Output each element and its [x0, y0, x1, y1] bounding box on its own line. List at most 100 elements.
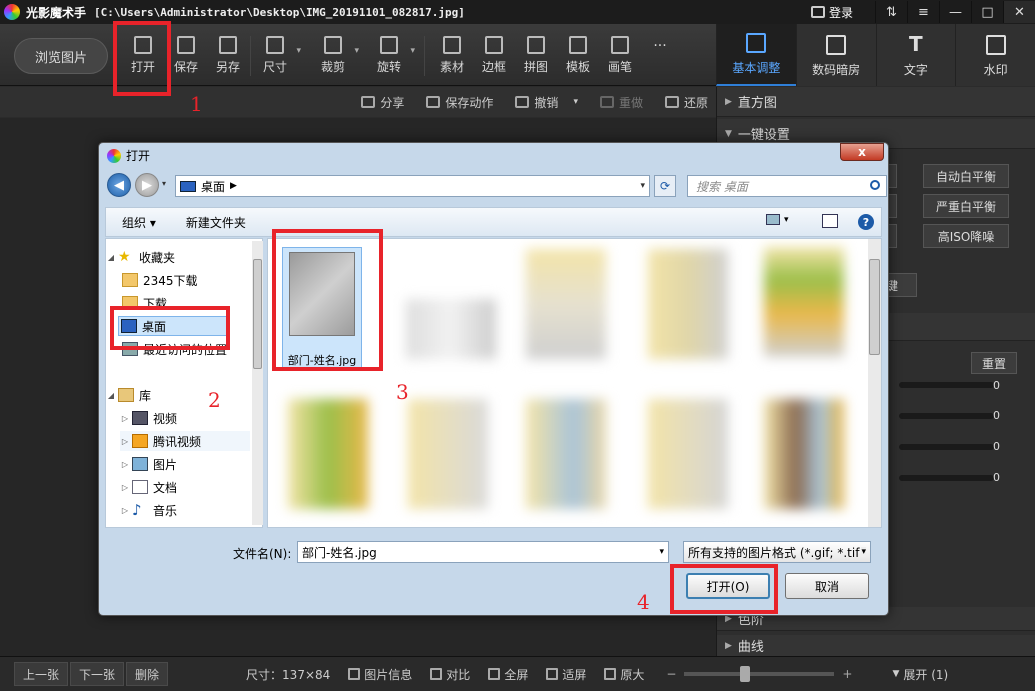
- annotation-box-file: [272, 229, 383, 371]
- tab-basic-adjust[interactable]: 基本调整: [716, 24, 796, 86]
- fullscreen-button[interactable]: 全屏: [488, 666, 528, 683]
- file-item[interactable]: [648, 399, 728, 509]
- template-button[interactable]: 模板: [556, 30, 600, 82]
- refresh-button[interactable]: ⟳: [654, 175, 676, 197]
- delete-button[interactable]: 删除: [126, 662, 169, 686]
- file-item[interactable]: [288, 399, 368, 509]
- contrast-slider[interactable]: [899, 413, 994, 419]
- dialog-close-button[interactable]: x: [840, 143, 884, 161]
- reset-button[interactable]: 重置: [971, 352, 1017, 374]
- border-button[interactable]: 边框: [472, 30, 516, 82]
- sidebar-item-tencent-video[interactable]: ▷ 腾讯视频: [120, 431, 250, 451]
- sidebar-item-label: 图片: [153, 457, 178, 472]
- browse-images-button[interactable]: 浏览图片: [14, 38, 108, 74]
- file-type-select[interactable]: 所有支持的图片格式 (*.gif; *.tif ▾: [683, 541, 871, 563]
- curve-header[interactable]: ▶ 曲线: [717, 635, 1035, 657]
- previous-image-button[interactable]: 上一张: [14, 662, 69, 686]
- settings-button[interactable]: ≡: [907, 1, 939, 23]
- sidebar-item-documents[interactable]: ▷ 文档: [120, 477, 177, 497]
- crop-button[interactable]: 裁剪 ▾: [311, 30, 359, 82]
- sidebar-item-pictures[interactable]: ▷ 图片: [120, 454, 177, 474]
- share-button[interactable]: 分享: [361, 94, 404, 111]
- high-iso-denoise-button[interactable]: 高ISO降噪: [923, 224, 1009, 248]
- file-item[interactable]: [526, 399, 606, 509]
- collage-button[interactable]: 拼图: [514, 30, 558, 82]
- file-item[interactable]: [526, 249, 606, 359]
- tab-digital-darkroom[interactable]: 数码暗房: [795, 24, 876, 86]
- rotate-label: 旋转: [376, 60, 401, 74]
- fit-screen-button[interactable]: 适屏: [546, 666, 586, 683]
- sidebar-item-videos[interactable]: ▷ 视频: [120, 408, 177, 428]
- history-dropdown[interactable]: ▾: [162, 179, 166, 188]
- severe-white-balance-button[interactable]: 严重白平衡: [923, 194, 1009, 218]
- sidebar-item-label: 音乐: [153, 503, 178, 518]
- file-item[interactable]: [764, 247, 844, 357]
- login-button[interactable]: 登录: [803, 0, 875, 24]
- minimize-button[interactable]: —: [939, 1, 971, 23]
- file-list-scrollbar[interactable]: [868, 239, 881, 527]
- preview-pane-button[interactable]: [822, 214, 838, 228]
- saturation-slider[interactable]: [899, 444, 994, 450]
- brightness-value: 0: [993, 379, 1000, 392]
- material-button[interactable]: 素材: [430, 30, 474, 82]
- histogram-header[interactable]: ▶ 直方图: [717, 87, 1035, 117]
- sidebar-item-music[interactable]: ▷ ♪ 音乐: [120, 500, 177, 520]
- view-options-button[interactable]: ▾: [766, 214, 796, 225]
- close-button[interactable]: ✕: [1003, 1, 1035, 23]
- resize-button[interactable]: 尺寸 ▾: [253, 30, 301, 82]
- save-action-icon: [426, 96, 441, 108]
- text-icon: T: [909, 32, 923, 56]
- tab-watermark[interactable]: 水印: [955, 24, 1035, 86]
- file-item[interactable]: [406, 299, 496, 359]
- scrollbar-thumb[interactable]: [253, 259, 262, 369]
- login-label: 登录: [828, 5, 853, 20]
- file-item[interactable]: [648, 249, 728, 359]
- brightness-slider[interactable]: [899, 382, 994, 388]
- original-size-button[interactable]: 原大: [604, 666, 644, 683]
- address-bar[interactable]: 桌面 ▶ ▾: [175, 175, 650, 197]
- file-item[interactable]: [764, 399, 844, 509]
- zoom-in-button[interactable]: +: [842, 667, 852, 681]
- library-item[interactable]: ◢ 库: [106, 385, 151, 405]
- curve-label: 曲线: [737, 640, 764, 655]
- help-button[interactable]: ?: [858, 214, 874, 230]
- sharpness-slider[interactable]: [899, 475, 994, 481]
- search-input[interactable]: 搜索 桌面: [687, 175, 887, 197]
- tab-label: 文字: [903, 63, 928, 77]
- sidebar-item-label: 2345下载: [143, 273, 198, 288]
- organize-menu[interactable]: 组织 ▾: [122, 214, 156, 231]
- next-image-button[interactable]: 下一张: [70, 662, 125, 686]
- resize-icon: [266, 36, 284, 54]
- favorites-item[interactable]: ◢ ★ 收藏夹: [106, 247, 175, 267]
- auto-white-balance-button[interactable]: 自动白平衡: [923, 164, 1009, 188]
- compare-button[interactable]: 对比: [430, 666, 470, 683]
- image-info-button[interactable]: 图片信息: [348, 666, 412, 683]
- scrollbar-thumb[interactable]: [869, 259, 880, 355]
- redo-label: 重做: [618, 95, 643, 110]
- histogram-label: 直方图: [737, 96, 777, 111]
- brush-button[interactable]: 画笔: [598, 30, 642, 82]
- undo-button[interactable]: 撤销 ▾: [515, 94, 578, 111]
- save-action-button[interactable]: 保存动作: [426, 94, 493, 111]
- more-button[interactable]: ···: [638, 38, 682, 90]
- expand-button[interactable]: ▼ 展开 (1): [892, 666, 948, 683]
- tab-text[interactable]: T 文字: [875, 24, 956, 86]
- new-folder-button[interactable]: 新建文件夹: [186, 214, 246, 231]
- zoom-out-button[interactable]: −: [666, 667, 676, 681]
- forward-button[interactable]: ▶: [135, 173, 159, 197]
- redo-button[interactable]: 重做: [599, 94, 643, 111]
- library-icon: [118, 388, 134, 402]
- zoom-slider[interactable]: [684, 666, 835, 682]
- filename-input[interactable]: 部门-姓名.jpg ▾: [297, 541, 669, 563]
- file-item[interactable]: [408, 399, 488, 509]
- cancel-button[interactable]: 取消: [785, 573, 869, 599]
- save-as-button[interactable]: 另存: [206, 30, 250, 82]
- navigation-scrollbar[interactable]: [252, 241, 263, 525]
- back-button[interactable]: ◀: [107, 173, 131, 197]
- zoom-slider-handle[interactable]: [740, 666, 751, 682]
- restore-button[interactable]: 还原: [664, 94, 708, 111]
- maximize-button[interactable]: □: [971, 1, 1003, 23]
- rotate-button[interactable]: 旋转 ▾: [367, 30, 415, 82]
- sidebar-item-2345-download[interactable]: 2345下载: [120, 270, 198, 290]
- skin-button[interactable]: ⇅: [875, 1, 907, 23]
